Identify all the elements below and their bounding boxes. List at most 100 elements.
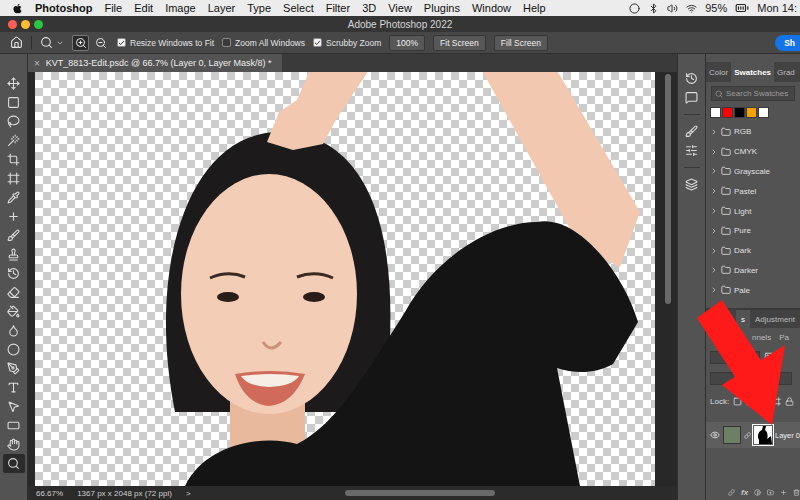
tool-button[interactable]	[3, 359, 25, 378]
tool-button[interactable]	[3, 169, 25, 188]
tool-button[interactable]	[3, 435, 25, 454]
swatch-group[interactable]: Dark	[706, 241, 800, 261]
menu-item[interactable]: Help	[523, 2, 546, 14]
tool-button[interactable]	[3, 150, 25, 169]
swatch-group[interactable]: Light	[706, 201, 800, 221]
adjustment-layer-icon[interactable]	[754, 488, 761, 497]
battery-icon[interactable]	[735, 1, 749, 15]
wifi-icon[interactable]	[686, 3, 697, 14]
link-layers-icon[interactable]	[728, 488, 735, 497]
menu-item[interactable]: Window	[472, 2, 511, 14]
scroll-thumb[interactable]	[665, 74, 671, 304]
menu-item[interactable]: File	[104, 2, 122, 14]
tool-button[interactable]	[3, 454, 25, 473]
lock-all-icon[interactable]	[785, 397, 794, 406]
panel-tab[interactable]: Pa	[779, 333, 789, 342]
checkbox[interactable]	[117, 38, 126, 47]
panel-tab[interactable]: Swatches	[731, 62, 774, 82]
checkbox[interactable]	[222, 38, 231, 47]
fit-button[interactable]: Fill Screen	[494, 35, 548, 51]
swatch[interactable]	[746, 107, 757, 118]
mask-link-icon[interactable]	[744, 432, 751, 439]
app-menu[interactable]: Photoshop	[35, 2, 92, 14]
horizontal-scroll-thumb[interactable]	[345, 490, 495, 496]
menu-item[interactable]: Layer	[208, 2, 236, 14]
tool-button[interactable]	[3, 378, 25, 397]
bluetooth-icon[interactable]	[648, 3, 659, 14]
tool-button[interactable]	[3, 340, 25, 359]
panel-tab[interactable]: nnels	[752, 333, 771, 342]
menu-item[interactable]: Select	[283, 2, 314, 14]
status-menu[interactable]: >	[186, 489, 191, 498]
new-layer-icon[interactable]	[780, 488, 787, 497]
adjustments-icon[interactable]	[685, 144, 698, 157]
menu-item[interactable]: View	[388, 2, 412, 14]
panel-tab[interactable]: Color	[706, 62, 731, 82]
tool-button[interactable]	[3, 188, 25, 207]
zoom-level[interactable]: 66.67%	[36, 489, 63, 498]
panel-tab[interactable]: Adjustment	[750, 310, 800, 328]
menu-item[interactable]: Image	[165, 2, 196, 14]
swatch-group[interactable]: Pure	[706, 221, 800, 241]
swatch-group[interactable]: RGB	[706, 122, 800, 142]
tab-close-button[interactable]: ×	[34, 58, 40, 69]
tool-button[interactable]	[3, 321, 25, 340]
zoom-100-button[interactable]: 100%	[389, 35, 425, 51]
swatch-group[interactable]: Pastel	[706, 181, 800, 201]
share-button[interactable]: Sh	[775, 35, 800, 51]
swatch-search[interactable]: Search Swatches	[711, 86, 795, 101]
tool-button[interactable]	[3, 302, 25, 321]
tool-button[interactable]	[3, 283, 25, 302]
tool-button[interactable]	[3, 131, 25, 150]
menu-item[interactable]: Type	[247, 2, 271, 14]
clock[interactable]: Mon 14:	[757, 2, 797, 14]
fit-button[interactable]: Fit Screen	[433, 35, 486, 51]
option-checkbox[interactable]: Scrubby Zoom	[313, 38, 381, 48]
tool-button[interactable]	[3, 207, 25, 226]
layer-row[interactable]: Layer 0	[706, 422, 800, 448]
swatch[interactable]	[734, 107, 745, 118]
apple-icon[interactable]	[12, 3, 23, 14]
home-icon[interactable]	[10, 36, 23, 49]
canvas-image[interactable]	[35, 72, 655, 486]
swatch-group[interactable]: CMYK	[706, 142, 800, 162]
tool-button[interactable]	[3, 416, 25, 435]
menu-item[interactable]: Plugins	[424, 2, 460, 14]
tool-preset[interactable]	[40, 36, 64, 49]
zoom-button[interactable]	[34, 20, 43, 29]
layer-name[interactable]: Layer 0	[775, 431, 800, 440]
menu-item[interactable]: 3D	[362, 2, 376, 14]
menu-item[interactable]: Edit	[134, 2, 153, 14]
delete-layer-icon[interactable]	[793, 488, 800, 497]
menu-item[interactable]: Filter	[326, 2, 350, 14]
tool-button[interactable]	[3, 264, 25, 283]
zoom-out-button[interactable]	[92, 35, 109, 51]
vertical-scrollbar[interactable]	[655, 72, 677, 486]
swatch-group[interactable]: Darker	[706, 261, 800, 281]
volume-icon[interactable]	[667, 3, 678, 14]
zoom-in-button[interactable]	[72, 35, 89, 51]
option-checkbox[interactable]: Zoom All Windows	[222, 38, 305, 48]
option-checkbox[interactable]: Resize Windows to Fit	[117, 38, 214, 48]
swatch-group[interactable]: Grayscale	[706, 162, 800, 182]
layer-mask-thumbnail[interactable]	[754, 426, 772, 444]
creative-cloud-icon[interactable]	[629, 3, 640, 14]
panel-tab[interactable]: Grad	[774, 62, 798, 82]
checkbox[interactable]	[313, 38, 322, 47]
tool-button[interactable]	[3, 245, 25, 264]
document-tab[interactable]: ×KVT_8813-Edit.psdc @ 66.7% (Layer 0, La…	[28, 54, 282, 72]
canvas[interactable]	[35, 72, 655, 486]
tool-button[interactable]	[3, 226, 25, 245]
swatch[interactable]	[722, 107, 733, 118]
close-button[interactable]	[8, 20, 17, 29]
tool-button[interactable]	[3, 397, 25, 416]
libraries-icon[interactable]	[685, 178, 698, 191]
swatch[interactable]	[710, 107, 721, 118]
history-icon[interactable]	[685, 72, 698, 85]
brush-settings-icon[interactable]	[685, 125, 698, 138]
new-group-icon[interactable]	[767, 488, 774, 497]
comment-icon[interactable]	[685, 91, 698, 104]
tool-button[interactable]	[3, 112, 25, 131]
visibility-eye-icon[interactable]	[710, 430, 720, 440]
tool-button[interactable]	[3, 74, 25, 93]
